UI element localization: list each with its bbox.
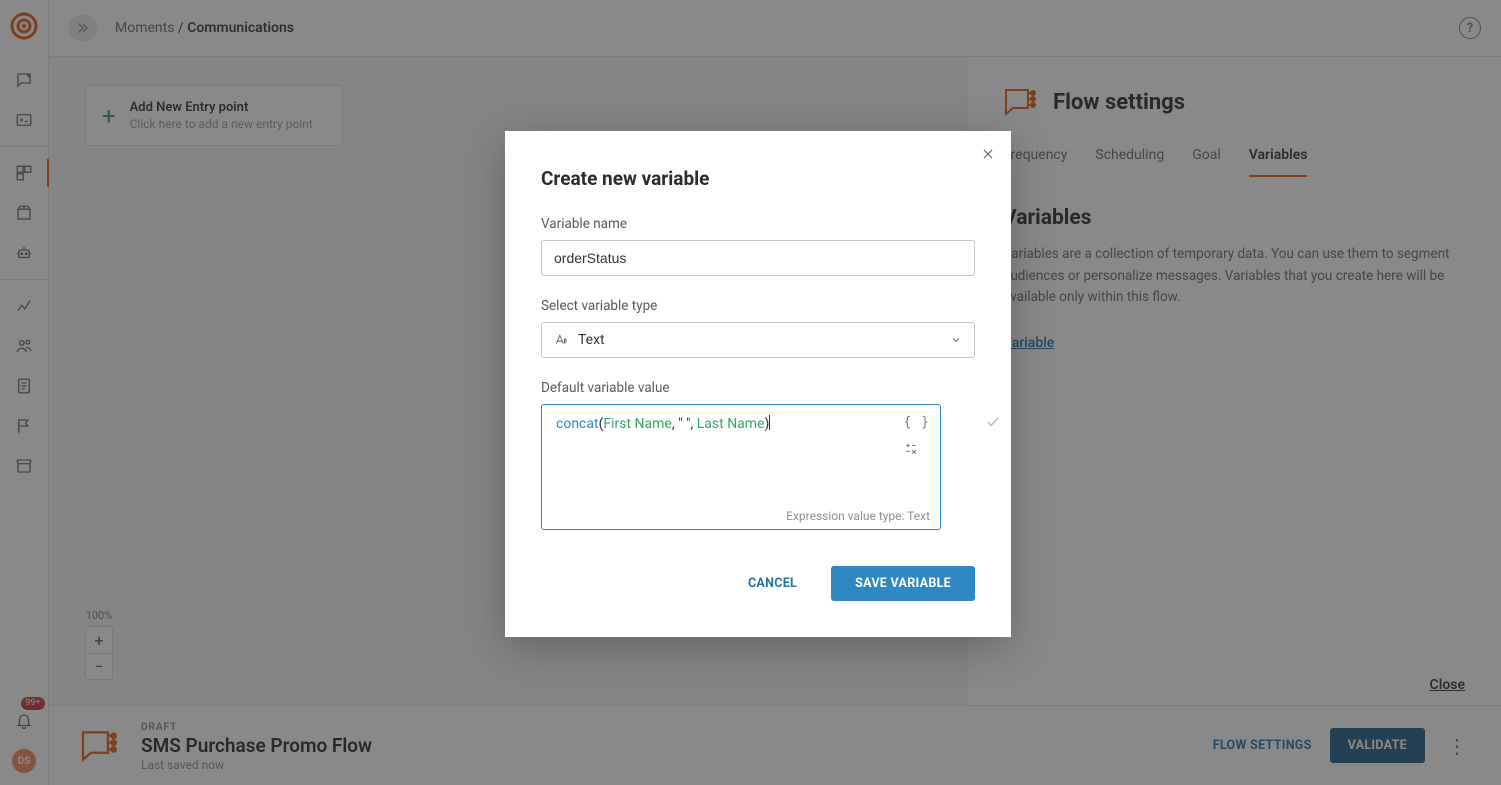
modal-title: Create new variable (541, 167, 975, 190)
cancel-button[interactable]: CANCEL (730, 566, 815, 601)
expression-editor[interactable]: concat(First Name, " ", Last Name) { } E… (541, 404, 941, 530)
chevron-down-icon (950, 334, 962, 346)
variable-type-select[interactable]: Text (541, 322, 975, 358)
insert-operator-icon[interactable] (904, 442, 930, 456)
close-icon[interactable] (981, 147, 995, 161)
create-variable-modal: Create new variable Variable name Select… (505, 131, 1011, 637)
insert-placeholder-icon[interactable]: { } (904, 415, 930, 430)
text-type-icon (554, 333, 568, 347)
save-variable-button[interactable]: SAVE VARIABLE (831, 566, 975, 601)
variable-type-label: Select variable type (541, 298, 975, 314)
default-value-label: Default variable value (541, 380, 975, 396)
check-icon (985, 414, 1001, 430)
variable-name-label: Variable name (541, 216, 975, 232)
variable-name-input[interactable] (541, 240, 975, 276)
expression-type-hint: Expression value type: Text (786, 509, 930, 523)
variable-type-value: Text (578, 332, 605, 348)
